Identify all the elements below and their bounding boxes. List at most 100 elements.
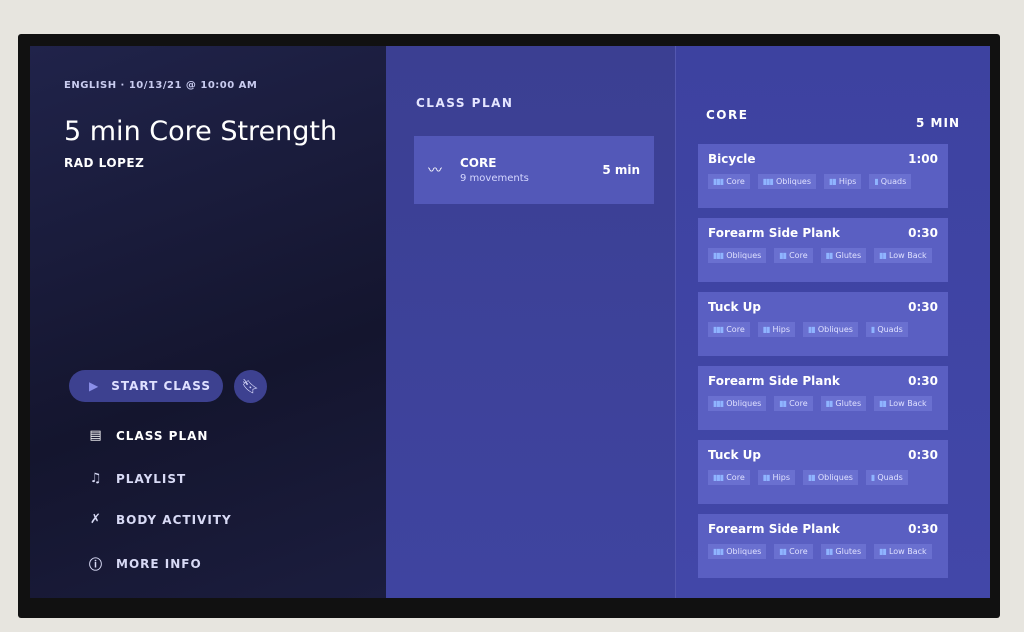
muscle-tag: ▮▮▮ Obliques <box>708 544 767 559</box>
movement-time: 0:30 <box>908 374 938 388</box>
intensity-bars-icon: ▮▮ <box>779 399 787 408</box>
movement-time: 0:30 <box>908 300 938 314</box>
class-meta: ENGLISH · 10/13/21 @ 10:00 AM <box>64 80 258 91</box>
muscle-label: Obliques <box>726 251 762 260</box>
muscle-tag: ▮▮▮ Core <box>708 174 750 189</box>
list-icon: ▤ <box>89 428 103 443</box>
muscle-tag: ▮▮▮ Core <box>708 470 750 485</box>
muscle-label: Low Back <box>888 547 927 556</box>
movement-card[interactable]: Bicycle 1:00 ▮▮▮ Core ▮▮▮ Obliques ▮▮ Hips ▮ Quad… <box>698 144 948 208</box>
intensity-bars-icon: ▮▮ <box>829 177 837 186</box>
movement-name: Tuck Up <box>708 300 762 314</box>
muscle-label: Core <box>726 325 745 334</box>
intensity-bars-icon: ▮▮ <box>762 473 771 482</box>
muscle-label: Low Back <box>888 399 927 408</box>
muscle-label: Obliques <box>726 399 762 408</box>
muscle-label: Obliques <box>775 177 812 186</box>
movement-name: Forearm Side Plank <box>708 226 840 240</box>
muscle-label: Low Back <box>888 251 927 260</box>
intensity-bars-icon: ▮ <box>874 177 879 186</box>
bookmark-button[interactable]: 🔖︎ <box>234 370 267 403</box>
intensity-bars-icon: ▮▮▮ <box>713 473 724 482</box>
movement-card[interactable]: Tuck Up 0:30 ▮▮▮ Core ▮▮ Hips ▮▮ Obliques ▮ Quads <box>698 292 948 356</box>
intensity-bars-icon: ▮▮ <box>825 547 834 556</box>
muscle-label: Glutes <box>835 251 862 260</box>
start-class-label: START CLASS <box>111 379 211 393</box>
muscle-label: Obliques <box>726 547 762 556</box>
intensity-bars-icon: ▮ <box>870 473 876 482</box>
muscle-tag: ▮▮▮ Obliques <box>757 174 817 189</box>
muscle-tag: ▮▮ Low Back <box>874 396 932 411</box>
muscle-label: Glutes <box>835 399 862 408</box>
class-title: 5 min Core Strength <box>64 116 338 147</box>
section-duration: 5 min <box>602 163 640 177</box>
muscle-tag: ▮▮ Hips <box>757 470 796 485</box>
muscle-tag: ▮▮ Glutes <box>820 248 867 263</box>
section-name: CORE <box>460 156 497 170</box>
music-note-icon: ♫ <box>89 471 103 486</box>
movement-card[interactable]: Forearm Side Plank 0:30 ▮▮▮ Obliques ▮▮ Core ▮… <box>698 218 948 282</box>
nav-body-activity[interactable]: ✗ BODY ACTIVITY <box>88 512 232 527</box>
muscle-label: Quads <box>877 325 903 334</box>
muscle-tag: ▮▮ Core <box>774 396 813 411</box>
muscle-label: Core <box>726 473 745 482</box>
section-core[interactable]: 〰 CORE 9 movements 5 min <box>414 136 654 204</box>
muscle-tag: ▮▮ Hips <box>824 174 862 189</box>
movement-time: 0:30 <box>908 226 938 240</box>
movement-card[interactable]: Tuck Up 0:30 ▮▮▮ Core ▮▮ Hips ▮▮ Obliques ▮ Quads <box>698 440 948 504</box>
muscle-label: Core <box>789 399 808 408</box>
nav-class-plan[interactable]: ▤ CLASS PLAN <box>88 428 208 443</box>
muscle-label: Quads <box>877 473 903 482</box>
intensity-bars-icon: ▮▮▮ <box>713 399 724 408</box>
muscle-tag: ▮▮▮ Obliques <box>708 248 767 263</box>
movement-card[interactable]: Forearm Side Plank 0:30 ▮▮▮ Obliques ▮▮ Core ▮… <box>698 514 948 578</box>
movement-time: 0:30 <box>908 522 938 536</box>
body-icon: ✗ <box>90 512 102 527</box>
movement-name: Bicycle <box>708 152 756 166</box>
movement-time: 1:00 <box>908 152 938 166</box>
muscle-tag: ▮▮ Hips <box>757 322 796 337</box>
muscle-tag: ▮▮ Glutes <box>820 396 867 411</box>
muscle-label: Hips <box>772 325 791 334</box>
muscle-tag: ▮ Quads <box>865 322 908 337</box>
muscle-tag: ▮ Quads <box>869 174 912 189</box>
muscle-tag: ▮▮▮ Obliques <box>708 396 767 411</box>
muscle-tag: ▮▮ Glutes <box>820 544 867 559</box>
movement-list[interactable]: Bicycle 1:00 ▮▮▮ Core ▮▮▮ Obliques ▮▮ Hips ▮ Quad… <box>698 144 948 588</box>
movements-duration: 5 MIN <box>916 116 960 130</box>
muscle-label: Glutes <box>835 547 862 556</box>
intensity-bars-icon: ▮▮ <box>779 547 787 556</box>
muscle-label: Quads <box>880 177 907 186</box>
muscle-tag: ▮▮ Obliques <box>803 322 858 337</box>
muscle-tag: ▮ Quads <box>865 470 908 485</box>
language: ENGLISH <box>64 80 117 91</box>
nav-more-info[interactable]: ⓘ MORE INFO <box>88 554 202 574</box>
muscle-label: Obliques <box>817 473 853 482</box>
nav-label: BODY ACTIVITY <box>116 512 232 527</box>
intensity-bars-icon: ▮▮ <box>879 251 887 260</box>
intensity-bars-icon: ▮▮ <box>808 473 816 482</box>
muscle-tag: ▮▮ Core <box>774 248 813 263</box>
muscle-tag: ▮▮ Low Back <box>874 248 932 263</box>
intensity-bars-icon: ▮ <box>870 325 876 334</box>
movement-card[interactable]: Forearm Side Plank 0:30 ▮▮▮ Obliques ▮▮ Core ▮… <box>698 366 948 430</box>
intensity-bars-icon: ▮▮ <box>879 399 887 408</box>
intensity-bars-icon: ▮▮▮ <box>713 547 724 556</box>
nav-playlist[interactable]: ♫ PLAYLIST <box>88 471 186 486</box>
class-datetime: 10/13/21 @ 10:00 AM <box>128 80 258 91</box>
muscle-label: Core <box>726 177 745 186</box>
movement-name: Forearm Side Plank <box>708 522 840 536</box>
muscle-tag: ▮▮ Low Back <box>874 544 932 559</box>
intensity-bars-icon: ▮▮ <box>779 251 787 260</box>
bookmark-icon: 🔖︎ <box>241 378 260 395</box>
play-icon: ▶ <box>89 379 100 393</box>
movement-time: 0:30 <box>908 448 938 462</box>
movements-heading: CORE <box>706 108 749 122</box>
nav-label: MORE INFO <box>116 556 202 571</box>
muscle-tag: ▮▮▮ Core <box>708 322 750 337</box>
info-icon: ⓘ <box>88 558 103 573</box>
intensity-bars-icon: ▮▮ <box>825 251 834 260</box>
start-class-button[interactable]: ▶ START CLASS <box>69 370 223 402</box>
intensity-bars-icon: ▮▮ <box>762 325 771 334</box>
movement-name: Forearm Side Plank <box>708 374 840 388</box>
